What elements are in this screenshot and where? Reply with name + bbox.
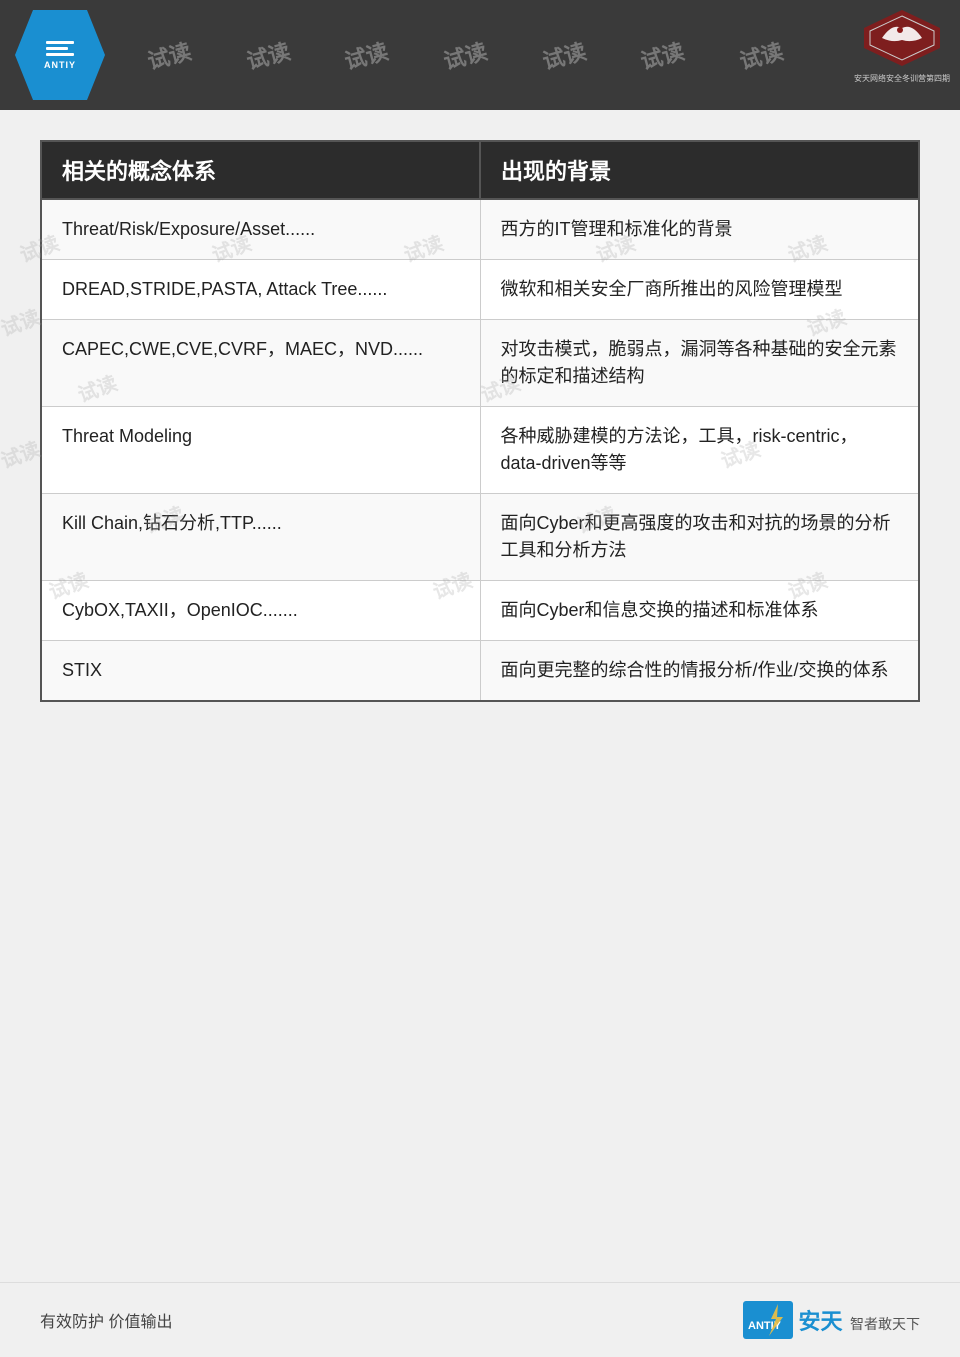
table-row: CybOX,TAXII，OpenIOC....... 面向Cyber和信息交换的… — [41, 581, 919, 641]
table-row: Kill Chain,钻石分析,TTP...... 面向Cyber和更高强度的攻… — [41, 494, 919, 581]
row4-col1: Threat Modeling — [41, 407, 480, 494]
footer-slogan-right: 智者敢天下 — [850, 1316, 920, 1332]
wm-6: 试读 — [0, 301, 44, 342]
header-watermark-7: 试读 — [735, 34, 786, 76]
header-watermark-6: 试读 — [637, 34, 688, 76]
footer-slogan-left: 有效防护 价值输出 — [40, 1308, 172, 1332]
header-watermark-3: 试读 — [341, 34, 392, 76]
table-row: DREAD,STRIDE,PASTA, Attack Tree...... 微软… — [41, 260, 919, 320]
row4-col2: 各种威胁建模的方法论，工具，risk-centric，data-driven等等 — [480, 407, 919, 494]
logo-label: ANTIY — [44, 60, 76, 70]
main-content: 试读 试读 试读 试读 试读 试读 试读 试读 试读 试读 试读 试读 试读 试… — [0, 110, 960, 732]
row2-col2: 微软和相关安全厂商所推出的风险管理模型 — [480, 260, 919, 320]
table-header-row: 相关的概念体系 出现的背景 — [41, 141, 919, 199]
row3-col2: 对攻击模式，脆弱点，漏洞等各种基础的安全元素的标定和描述结构 — [480, 320, 919, 407]
wm-10: 试读 — [0, 433, 44, 474]
row3-col1: CAPEC,CWE,CVE,CVRF，MAEC，NVD...... — [41, 320, 480, 407]
table-row: STIX 面向更完整的综合性的情报分析/作业/交换的体系 — [41, 641, 919, 702]
footer: 有效防护 价值输出 ANTIY 安天 智者敢天下 — [0, 1282, 960, 1357]
row5-col1: Kill Chain,钻石分析,TTP...... — [41, 494, 480, 581]
table-row: CAPEC,CWE,CVE,CVRF，MAEC，NVD...... 对攻击模式，… — [41, 320, 919, 407]
concept-table: 相关的概念体系 出现的背景 Threat/Risk/Exposure/Asset… — [40, 140, 920, 702]
header-watermark-2: 试读 — [242, 34, 293, 76]
col2-header: 出现的背景 — [480, 141, 919, 199]
brand-icon — [862, 8, 942, 68]
footer-logo-icon: ANTIY — [743, 1301, 793, 1339]
header-watermark-5: 试读 — [538, 34, 589, 76]
logo-line-3 — [46, 53, 74, 56]
row6-col2: 面向Cyber和信息交换的描述和标准体系 — [480, 581, 919, 641]
row2-col1: DREAD,STRIDE,PASTA, Attack Tree...... — [41, 260, 480, 320]
header-watermark-1: 试读 — [144, 34, 195, 76]
brand-subtitle: 安天网络安全冬训营第四期 — [854, 73, 950, 84]
logo-line-1 — [46, 41, 74, 44]
table-row: Threat/Risk/Exposure/Asset...... 西方的IT管理… — [41, 199, 919, 260]
footer-brand-name: 安天 — [799, 1309, 843, 1334]
header-watermarks-container: 试读 试读 试读 试读 试读 试读 试读 — [0, 0, 960, 110]
row1-col1: Threat/Risk/Exposure/Asset...... — [41, 199, 480, 260]
row1-col2: 西方的IT管理和标准化的背景 — [480, 199, 919, 260]
row6-col1: CybOX,TAXII，OpenIOC....... — [41, 581, 480, 641]
row7-col1: STIX — [41, 641, 480, 702]
footer-brand-text: 安天 智者敢天下 — [799, 1304, 920, 1336]
logo-lines — [46, 41, 74, 56]
header: ANTIY 试读 试读 试读 试读 试读 试读 试读 安天网络安全冬训营第四期 — [0, 0, 960, 110]
row7-col2: 面向更完整的综合性的情报分析/作业/交换的体系 — [480, 641, 919, 702]
footer-brand: ANTIY 安天 智者敢天下 — [743, 1301, 920, 1339]
table-row: Threat Modeling 各种威胁建模的方法论，工具，risk-centr… — [41, 407, 919, 494]
row5-col2: 面向Cyber和更高强度的攻击和对抗的场景的分析工具和分析方法 — [480, 494, 919, 581]
antiy-logo: ANTIY — [15, 10, 105, 100]
col1-header: 相关的概念体系 — [41, 141, 480, 199]
logo-line-2 — [46, 47, 68, 50]
top-right-brand: 安天网络安全冬训营第四期 — [854, 8, 950, 84]
header-watermark-4: 试读 — [440, 34, 491, 76]
